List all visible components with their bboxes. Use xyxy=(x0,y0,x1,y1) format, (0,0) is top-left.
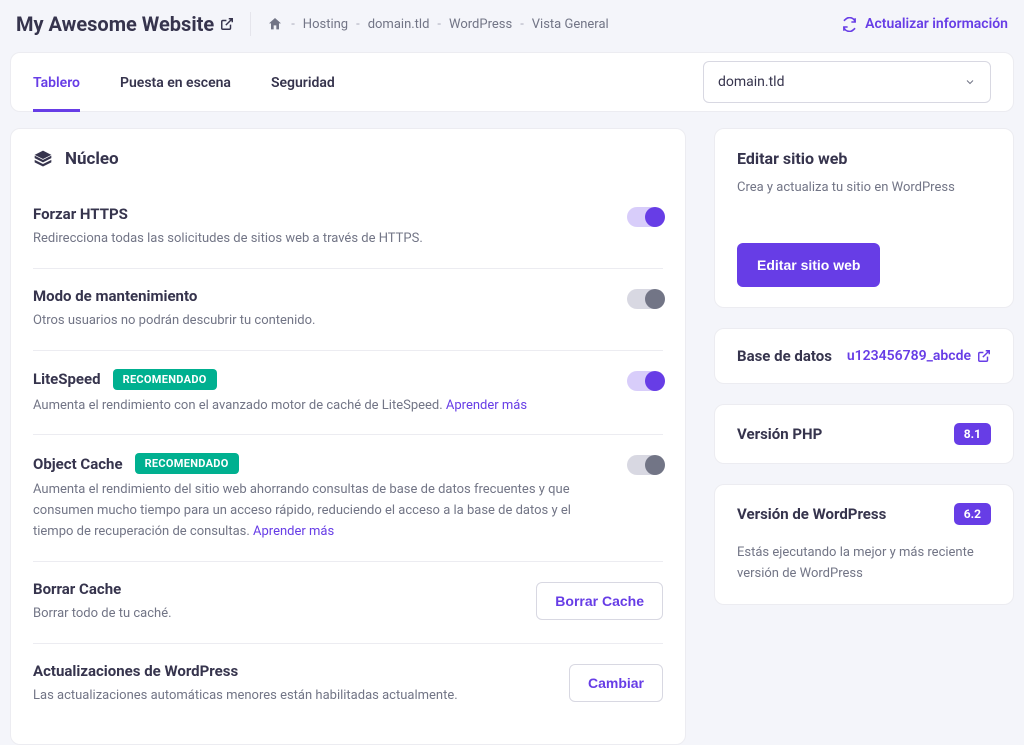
object-cache-toggle[interactable] xyxy=(627,455,663,475)
php-version-value: 8.1 xyxy=(954,423,991,445)
litespeed-learn-more[interactable]: Aprender más xyxy=(446,398,527,413)
tab-security[interactable]: Seguridad xyxy=(271,53,335,111)
core-title: Núcleo xyxy=(65,149,119,169)
refresh-icon xyxy=(842,17,857,32)
database-label: Base de datos xyxy=(737,347,832,365)
wp-updates-button[interactable]: Cambiar xyxy=(569,664,663,702)
refresh-label: Actualizar información xyxy=(865,16,1008,32)
wp-version-label: Versión de WordPress xyxy=(737,505,886,523)
setting-litespeed: LiteSpeed RECOMENDADO Aumenta el rendimi… xyxy=(33,351,663,436)
layers-icon xyxy=(33,149,53,169)
site-title-text: My Awesome Website xyxy=(16,12,214,36)
home-icon[interactable] xyxy=(267,16,283,32)
wp-version-card: Versión de WordPress 6.2 Estás ejecutand… xyxy=(714,484,1014,606)
flush-cache-button[interactable]: Borrar Cache xyxy=(536,582,663,620)
domain-select[interactable]: domain.tld xyxy=(703,61,991,103)
external-link-icon xyxy=(977,349,991,363)
site-title: My Awesome Website xyxy=(16,12,251,36)
setting-force-https: Forzar HTTPS Redirecciona todas las soli… xyxy=(33,187,663,269)
object-cache-title: Object Cache xyxy=(33,455,123,473)
edit-site-title: Editar sitio web xyxy=(737,149,991,168)
setting-wp-updates: Actualizaciones de WordPress Las actuali… xyxy=(33,644,663,725)
setting-flush-cache: Borrar Cache Borrar todo de tu caché. Bo… xyxy=(33,562,663,644)
database-card: Base de datos u123456789_abcde xyxy=(714,328,1014,384)
crumb-overview[interactable]: Vista General xyxy=(532,17,609,32)
core-panel: Núcleo Forzar HTTPS Redirecciona todas l… xyxy=(10,128,686,745)
crumb-hosting[interactable]: Hosting xyxy=(303,17,348,32)
edit-site-button[interactable]: Editar sitio web xyxy=(737,243,880,287)
wp-version-desc: Estás ejecutando la mejor y más reciente… xyxy=(715,543,1013,605)
flush-cache-title: Borrar Cache xyxy=(33,580,520,598)
php-version-label: Versión PHP xyxy=(737,425,822,443)
edit-site-card: Editar sitio web Crea y actualiza tu sit… xyxy=(714,128,1014,308)
domain-select-value: domain.tld xyxy=(718,74,784,90)
recommended-badge: RECOMENDADO xyxy=(113,369,217,390)
flush-cache-desc: Borrar todo de tu caché. xyxy=(33,604,520,625)
recommended-badge: RECOMENDADO xyxy=(135,453,239,474)
litespeed-title: LiteSpeed xyxy=(33,370,101,388)
force-https-toggle[interactable] xyxy=(627,207,663,227)
setting-maintenance: Modo de mantenimiento Otros usuarios no … xyxy=(33,269,663,351)
force-https-desc: Redirecciona todas las solicitudes de si… xyxy=(33,229,611,250)
crumb-wordpress[interactable]: WordPress xyxy=(449,17,512,32)
litespeed-toggle[interactable] xyxy=(627,371,663,391)
litespeed-desc: Aumenta el rendimiento con el avanzado m… xyxy=(33,398,446,413)
tab-staging[interactable]: Puesta en escena xyxy=(120,53,231,111)
setting-object-cache: Object Cache RECOMENDADO Aumenta el rend… xyxy=(33,435,663,561)
tabs: Tablero Puesta en escena Seguridad xyxy=(33,53,335,111)
crumb-domain[interactable]: domain.tld xyxy=(368,17,430,32)
maintenance-toggle[interactable] xyxy=(627,289,663,309)
object-cache-learn-more[interactable]: Aprender más xyxy=(253,524,334,539)
wp-updates-title: Actualizaciones de WordPress xyxy=(33,662,553,680)
maintenance-title: Modo de mantenimiento xyxy=(33,287,611,305)
wp-updates-desc: Las actualizaciones automáticas menores … xyxy=(33,686,553,707)
maintenance-desc: Otros usuarios no podrán descubrir tu co… xyxy=(33,311,611,332)
external-link-icon[interactable] xyxy=(220,17,234,31)
refresh-button[interactable]: Actualizar información xyxy=(842,16,1008,32)
php-version-card: Versión PHP 8.1 xyxy=(714,404,1014,464)
breadcrumb: - Hosting - domain.tld - WordPress - Vis… xyxy=(267,16,608,32)
wp-version-value: 6.2 xyxy=(954,503,991,525)
edit-site-desc: Crea y actualiza tu sitio en WordPress xyxy=(737,178,991,199)
chevron-down-icon xyxy=(964,76,976,88)
database-value[interactable]: u123456789_abcde xyxy=(847,348,991,364)
force-https-title: Forzar HTTPS xyxy=(33,205,611,223)
tab-dashboard[interactable]: Tablero xyxy=(33,53,80,111)
